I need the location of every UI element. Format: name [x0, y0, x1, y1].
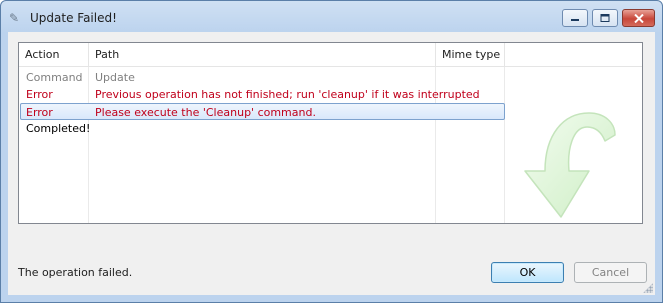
- resize-grip[interactable]: [643, 283, 653, 293]
- table-row[interactable]: Command Update: [20, 69, 504, 86]
- column-divider: [504, 43, 505, 223]
- column-header-path[interactable]: Path: [89, 43, 436, 66]
- window-title: Update Failed!: [30, 11, 117, 25]
- minimize-button[interactable]: [562, 9, 588, 27]
- maximize-button[interactable]: [592, 9, 618, 27]
- row-action: Completed!: [26, 122, 91, 135]
- row-path: Previous operation has not finished; run…: [95, 88, 480, 101]
- close-button[interactable]: [622, 9, 655, 27]
- table-row-selected[interactable]: Error Please execute the 'Cleanup' comma…: [20, 103, 505, 120]
- ok-button[interactable]: OK: [491, 262, 564, 283]
- cancel-button[interactable]: Cancel: [574, 262, 647, 283]
- list-header: Action Path Mime type: [19, 43, 642, 67]
- table-row[interactable]: Completed!: [20, 120, 504, 137]
- maximize-icon: [600, 14, 610, 22]
- row-path: Please execute the 'Cleanup' command.: [95, 106, 316, 119]
- curved-arrow-icon: [524, 112, 616, 218]
- column-header-mime-type[interactable]: Mime type: [436, 43, 505, 66]
- close-icon: [633, 13, 644, 23]
- dialog-client-area: Action Path Mime type Command Update Err…: [8, 32, 655, 295]
- caption-buttons: [562, 9, 655, 27]
- results-list[interactable]: Action Path Mime type Command Update Err…: [18, 42, 643, 224]
- minimize-icon: [571, 19, 579, 21]
- row-action: Error: [26, 106, 53, 119]
- column-header-action[interactable]: Action: [19, 43, 89, 66]
- row-action: Command: [26, 71, 83, 84]
- status-message: The operation failed.: [18, 266, 133, 279]
- svn-icon: ✎: [9, 11, 20, 25]
- dialog-window: ✎ Update Failed! Action Path Mime type C…: [0, 0, 663, 303]
- row-action: Error: [26, 88, 53, 101]
- title-bar[interactable]: ✎ Update Failed!: [1, 1, 662, 35]
- table-row[interactable]: Error Previous operation has not finishe…: [20, 86, 504, 103]
- row-path: Update: [95, 71, 135, 84]
